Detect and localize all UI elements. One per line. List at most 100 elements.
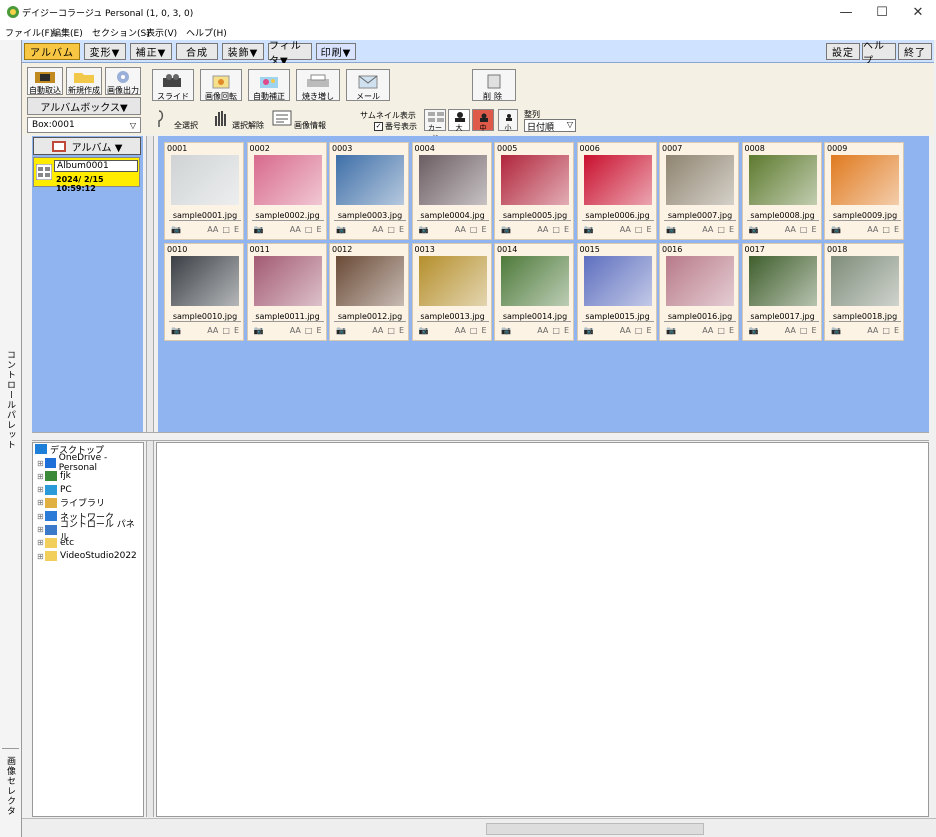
tab-filter[interactable]: フィルタ▼ — [268, 41, 312, 67]
thumbnail-image — [583, 256, 652, 306]
deselect-button[interactable]: 選択解除 — [208, 107, 268, 131]
small-view-button[interactable]: 小 — [498, 109, 518, 132]
thumbnail-filename: sample0013.jpg — [416, 312, 489, 322]
text-size-icon: AA — [207, 326, 219, 335]
tree-node[interactable]: ⊞ VideoStudio2022 — [37, 550, 137, 562]
tab-correct[interactable]: 補正▼ — [130, 43, 172, 60]
album-card[interactable]: Album0001 2024/ 2/15 10:59:12 — [33, 157, 140, 193]
help-button[interactable]: ヘルプ — [862, 41, 896, 67]
horizontal-scrollbar[interactable] — [486, 823, 704, 835]
tab-decorate[interactable]: 装飾▼ — [222, 43, 264, 60]
thumbnail-card[interactable]: 0017 sample0017.jpg 📷 AA □ E — [741, 243, 822, 341]
tab-transform[interactable]: 変形▼ — [84, 43, 126, 60]
tree-node[interactable]: ⊞ ライブラリ — [37, 497, 105, 509]
thumbnail-card[interactable]: 0006 sample0006.jpg 📷 AA □ E — [576, 142, 657, 240]
expand-icon[interactable]: ⊞ — [37, 472, 45, 481]
thumbnail-status-icons: 📷 AA □ E — [584, 326, 652, 336]
text-size-icon: AA — [454, 225, 466, 234]
tree-node[interactable]: ⊞ etc — [37, 537, 74, 549]
trash-icon — [487, 74, 501, 89]
expand-icon[interactable]: ⊞ — [37, 485, 45, 494]
thumbnail-card[interactable]: 0008 sample0008.jpg 📷 AA □ E — [741, 142, 822, 240]
rotate-button[interactable]: 画像回転 — [200, 69, 242, 101]
thumbnail-status-icons: 📷 AA □ E — [501, 326, 569, 336]
select-all-button[interactable]: 全選択 — [150, 107, 202, 131]
thumbnail-card[interactable]: 0016 sample0016.jpg 📷 AA □ E — [659, 243, 739, 341]
thumbnail-card[interactable]: 0001 sample0001.jpg 📷 AA □ E — [164, 142, 244, 240]
expand-icon[interactable]: ⊞ — [37, 525, 45, 534]
thumbnail-filename: sample0008.jpg — [746, 211, 819, 221]
thumbnail-card[interactable]: 0007 sample0007.jpg 📷 AA □ E — [659, 142, 739, 240]
show-number-checkbox[interactable]: ✓ 番号表示 — [374, 121, 422, 132]
expand-icon[interactable]: ⊞ — [37, 459, 45, 468]
edit-flag-icon: E — [646, 225, 652, 234]
text-size-icon: AA — [619, 326, 631, 335]
thumbnail-card[interactable]: 0018 sample0018.jpg 📷 AA □ E — [824, 243, 904, 341]
tree-node[interactable]: ⊞ PC — [37, 484, 72, 496]
thumbnail-card[interactable]: 0013 sample0013.jpg 📷 AA □ E — [411, 243, 492, 341]
desktop-icon — [35, 444, 47, 454]
menu-view[interactable]: 表示(V) — [146, 26, 177, 39]
thumbnail-card[interactable]: 0003 sample0003.jpg 📷 AA □ E — [329, 142, 409, 240]
edit-flag-icon: E — [646, 326, 652, 335]
minimize-button[interactable]: — — [828, 0, 864, 24]
camera-icon: 📷 — [253, 225, 264, 234]
thumbnail-card[interactable]: 0005 sample0005.jpg 📷 AA □ E — [494, 142, 574, 240]
tab-print[interactable]: 印刷▼ — [316, 43, 356, 60]
medium-view-button[interactable]: 中 — [472, 109, 494, 132]
tab-album[interactable]: アルバム — [24, 43, 80, 60]
reprint-button[interactable]: 焼き増し — [296, 69, 340, 101]
thumbnail-card[interactable]: 0012 sample0012.jpg 📷 AA □ E — [329, 243, 409, 341]
rotate-label: 画像回転 — [205, 92, 237, 101]
image-selector-tab[interactable]: 画像セレクタ — [4, 756, 17, 816]
slideshow-button[interactable]: スライド — [152, 69, 194, 101]
tree-node[interactable]: ⊞ OneDrive - Personal — [37, 453, 143, 473]
box-select[interactable]: Box:0001 ▽ — [27, 117, 141, 133]
album-box-dropdown[interactable]: アルバムボックス▼ — [27, 97, 141, 115]
expand-icon[interactable]: ⊞ — [37, 512, 45, 521]
tree-node[interactable]: ⊞ コントロール パネル — [37, 520, 143, 543]
close-button[interactable]: ✕ — [900, 0, 936, 24]
frame-icon: □ — [717, 326, 725, 335]
maximize-button[interactable]: ☐ — [864, 0, 900, 24]
exit-button[interactable]: 終了 — [898, 43, 932, 60]
settings-button[interactable]: 設定 — [826, 43, 860, 60]
expand-icon[interactable]: ⊞ — [37, 498, 45, 507]
delete-button[interactable]: 削除 — [472, 69, 516, 101]
sort-select[interactable]: 日付順 ▽ — [524, 119, 576, 133]
tree-node[interactable]: ⊞ fjk — [37, 470, 71, 482]
horizontal-splitter[interactable] — [32, 432, 929, 441]
expand-icon[interactable]: ⊞ — [37, 538, 45, 547]
auto-import-button[interactable]: 自動取込 — [27, 67, 63, 95]
edit-flag-icon: E — [316, 225, 322, 234]
image-export-button[interactable]: 画像出力 — [105, 67, 141, 95]
thumbnail-image — [748, 256, 817, 306]
mail-button[interactable]: メール — [346, 69, 390, 101]
menu-section[interactable]: セクション(S) — [92, 26, 150, 39]
card-view-button[interactable]: カード — [424, 109, 446, 142]
thumbnail-number: 0013 — [414, 245, 435, 254]
thumbnail-number: 0009 — [827, 144, 848, 153]
thumbnail-card[interactable]: 0009 sample0009.jpg 📷 AA □ E — [824, 142, 904, 240]
menu-edit[interactable]: 編集(E) — [52, 26, 83, 39]
expand-icon[interactable]: ⊞ — [37, 552, 45, 561]
thumbnail-card[interactable]: 0015 sample0015.jpg 📷 AA □ E — [576, 243, 657, 341]
thumbnail-card[interactable]: 0014 sample0014.jpg 📷 AA □ E — [494, 243, 574, 341]
thumbnail-number: 0003 — [332, 144, 353, 153]
thumbnail-card[interactable]: 0004 sample0004.jpg 📷 AA □ E — [411, 142, 492, 240]
tab-composite[interactable]: 合成 — [176, 43, 218, 60]
text-size-icon: AA — [619, 225, 631, 234]
thumbnail-card[interactable]: 0011 sample0011.jpg 📷 AA □ E — [246, 243, 327, 341]
control-palette-tab[interactable]: コントロールパレット — [4, 350, 17, 450]
menu-file[interactable]: ファイル(F) — [5, 26, 53, 39]
menu-help[interactable]: ヘルプ(H) — [186, 26, 227, 39]
vertical-splitter[interactable] — [146, 136, 154, 817]
thumbnail-card[interactable]: 0002 sample0002.jpg 📷 AA □ E — [246, 142, 327, 240]
frame-icon: □ — [304, 326, 313, 335]
image-info-button[interactable]: 画像情報 — [270, 107, 330, 131]
new-album-button[interactable]: 新規作成 — [66, 67, 102, 95]
auto-correct-button[interactable]: 自動補正 — [248, 69, 290, 101]
album-pane-header[interactable]: アルバム ▼ — [33, 137, 141, 155]
thumbnail-card[interactable]: 0010 sample0010.jpg 📷 AA □ E — [164, 243, 244, 341]
large-view-button[interactable]: 大 — [448, 109, 470, 132]
